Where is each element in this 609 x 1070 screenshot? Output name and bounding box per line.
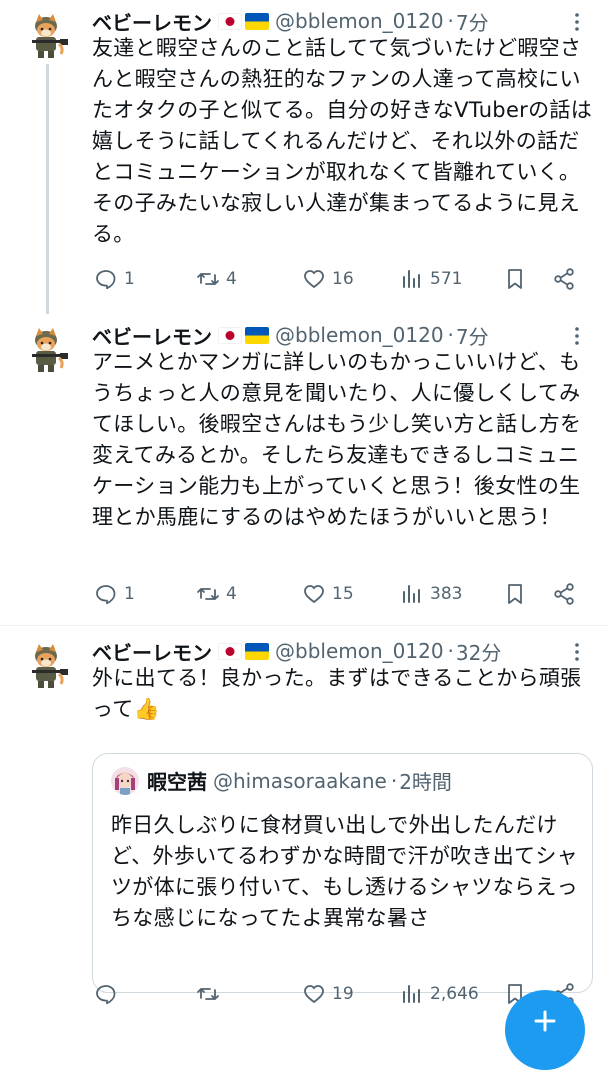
- reply-button[interactable]: 1: [94, 261, 135, 297]
- like-button[interactable]: 16: [302, 261, 354, 297]
- tweet[interactable]: ベビーレモン @bblemon_0120 · 7分 アニメとかマンガに詳しいのも…: [0, 314, 609, 624]
- share-button[interactable]: [552, 261, 576, 297]
- display-name[interactable]: ベビーレモン: [92, 637, 212, 666]
- separator-dot: ·: [447, 9, 454, 33]
- quoted-avatar: [111, 766, 139, 795]
- more-icon[interactable]: [565, 10, 589, 34]
- separator-dot: ·: [447, 639, 454, 663]
- views-button[interactable]: 383: [400, 576, 462, 612]
- like-button[interactable]: 19: [302, 976, 354, 1012]
- timestamp[interactable]: 32分: [456, 637, 501, 666]
- separator-dot: ·: [447, 323, 454, 347]
- tweet-text: 友達と暇空さんのこと話してて気づいたけど暇空さんと暇空さんの熱狂的なファンの人達…: [92, 36, 592, 246]
- compose-button[interactable]: [505, 990, 585, 1070]
- reply-count: 1: [124, 584, 135, 604]
- user-handle[interactable]: @bblemon_0120: [275, 323, 444, 347]
- action-bar: 1 4 15 383: [92, 576, 592, 612]
- tweet[interactable]: ベビーレモン @bblemon_0120 · 32分 外に出てる！良かった。まず…: [0, 630, 609, 1024]
- display-name[interactable]: ベビーレモン: [92, 7, 212, 36]
- tweet[interactable]: ベビーレモン @bblemon_0120 · 7分 友達と暇空さんのこと話してて…: [0, 0, 609, 314]
- action-bar: 1 4 16 571: [92, 261, 592, 297]
- like-icon: [304, 985, 324, 1003]
- ukraine-flag-icon: [245, 642, 269, 660]
- more-icon[interactable]: [565, 324, 589, 348]
- views-count: 383: [430, 584, 463, 604]
- timestamp[interactable]: 7分: [456, 321, 489, 350]
- retweet-count: 4: [226, 269, 237, 289]
- quoted-tweet-header: 暇空茜 @himasoraakane · 2時間: [111, 766, 452, 795]
- views-icon: [403, 985, 420, 1003]
- views-button[interactable]: 2,646: [400, 976, 479, 1012]
- separator-dot: ·: [390, 768, 398, 793]
- views-icon: [403, 270, 420, 288]
- thread-line: [46, 64, 49, 314]
- tweet-text: アニメとかマンガに詳しいのもかっこいいけど、もうちょっと人の意見を聞いたり、人に…: [92, 350, 582, 529]
- share-icon: [554, 268, 574, 290]
- retweet-icon: [197, 588, 219, 600]
- tweet-divider: [0, 625, 609, 626]
- reply-icon: [96, 585, 116, 605]
- tweet-header: ベビーレモン @bblemon_0120 · 7分: [92, 320, 589, 350]
- views-count: 571: [430, 269, 463, 289]
- like-button[interactable]: 15: [302, 576, 354, 612]
- reply-count: 1: [124, 269, 135, 289]
- quoted-display-name: 暇空茜: [147, 770, 207, 794]
- share-button[interactable]: [552, 576, 576, 612]
- like-count: 15: [332, 584, 354, 604]
- views-button[interactable]: 571: [400, 261, 462, 297]
- retweet-icon: [197, 273, 219, 285]
- ukraine-flag-icon: [245, 326, 269, 344]
- japan-flag-icon: [218, 12, 242, 30]
- timestamp[interactable]: 7分: [456, 7, 489, 36]
- compose-icon: [534, 1010, 556, 1032]
- like-icon: [304, 270, 324, 288]
- bookmark-icon: [508, 584, 522, 604]
- more-icon[interactable]: [565, 640, 589, 664]
- reply-button[interactable]: 1: [94, 576, 135, 612]
- views-icon: [403, 585, 420, 603]
- display-name[interactable]: ベビーレモン: [92, 321, 212, 350]
- retweet-icon: [197, 988, 219, 1000]
- japan-flag-icon: [218, 642, 242, 660]
- quoted-tweet-text: 昨日久しぶりに食材買い出しで外出したんだけど、外歩いてるわずかな時間で汗が吹き出…: [111, 813, 578, 930]
- share-icon: [554, 583, 574, 605]
- quoted-timestamp: 2時間: [399, 770, 452, 794]
- retweet-button[interactable]: [196, 976, 226, 1012]
- japan-flag-icon: [218, 326, 242, 344]
- user-handle[interactable]: @bblemon_0120: [275, 639, 444, 663]
- tweet-header: ベビーレモン @bblemon_0120 · 32分: [92, 636, 589, 666]
- like-count: 19: [332, 984, 354, 1004]
- reply-icon: [96, 270, 116, 290]
- bookmark-button[interactable]: [503, 261, 527, 297]
- ukraine-flag-icon: [245, 12, 269, 30]
- tweet-text: 外に出てる！良かった。まずはできることから頑張って👍: [92, 666, 582, 721]
- tweet-header: ベビーレモン @bblemon_0120 · 7分: [92, 6, 589, 36]
- retweet-button[interactable]: 4: [196, 576, 237, 612]
- bookmark-icon: [508, 269, 522, 289]
- views-count: 2,646: [430, 984, 479, 1004]
- like-count: 16: [332, 269, 354, 289]
- retweet-count: 4: [226, 584, 237, 604]
- retweet-button[interactable]: 4: [196, 261, 237, 297]
- avatar[interactable]: [22, 8, 74, 60]
- bookmark-button[interactable]: [503, 576, 527, 612]
- quoted-tweet[interactable]: 暇空茜 @himasoraakane · 2時間 昨日久しぶりに食材買い出しで外…: [92, 753, 593, 993]
- user-handle[interactable]: @bblemon_0120: [275, 9, 444, 33]
- avatar[interactable]: [22, 638, 74, 690]
- like-icon: [304, 585, 324, 603]
- quoted-user-handle: @himasoraakane: [213, 768, 387, 793]
- reply-icon: [96, 985, 116, 1005]
- avatar[interactable]: [22, 322, 74, 374]
- reply-button[interactable]: [94, 976, 124, 1012]
